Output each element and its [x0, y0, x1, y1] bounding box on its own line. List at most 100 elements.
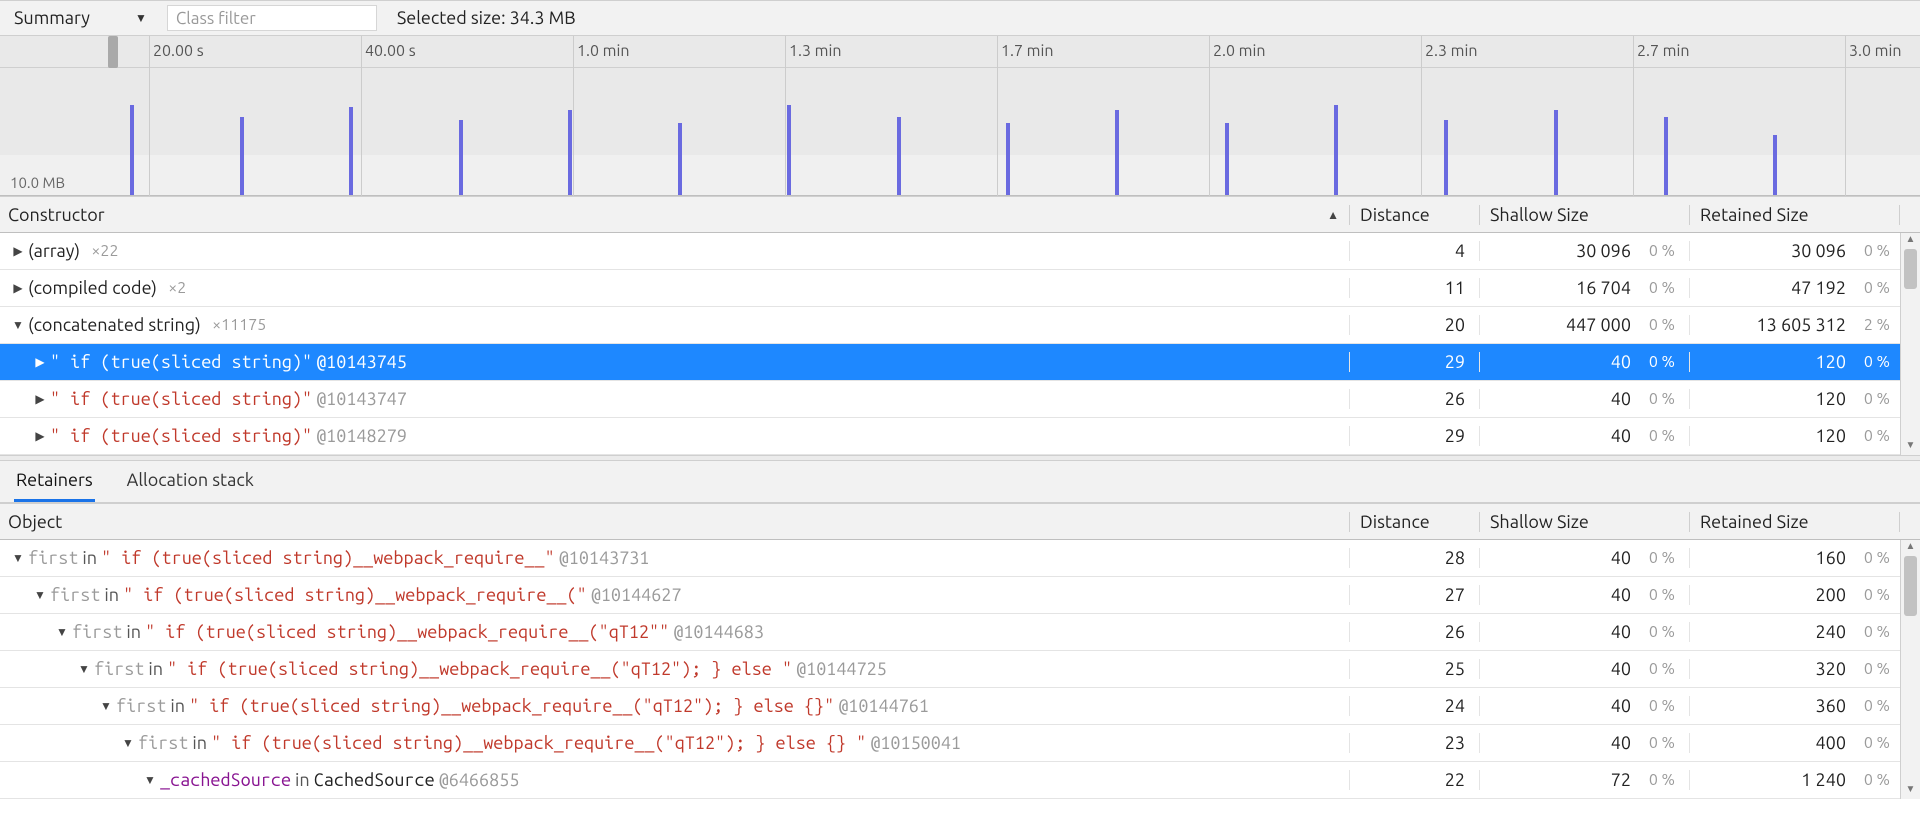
- allocation-bar[interactable]: [1006, 123, 1010, 195]
- disclosure-open-icon[interactable]: ▼: [34, 588, 46, 602]
- allocation-timeline[interactable]: 20.00 s 40.00 s 1.0 min 1.3 min 1.7 min 2.0 m…: [0, 36, 1920, 196]
- constructor-cell: ▼(concatenated string) ×11175: [0, 315, 1350, 335]
- scrollbar[interactable]: ▲▼: [1900, 540, 1920, 799]
- object-cell: ▼first in " if (true(sliced string)__web…: [0, 733, 1350, 753]
- constructor-cell: ▶" if (true(sliced string)" @10143745: [0, 352, 1350, 372]
- header-object[interactable]: Object: [0, 512, 1350, 532]
- class-filter-placeholder: Class filter: [176, 9, 256, 28]
- timeline-tick: [361, 36, 362, 196]
- constructor-cell: ▶(compiled code) ×2: [0, 278, 1350, 298]
- header-shallow-size[interactable]: Shallow Size: [1480, 205, 1690, 225]
- timeline-tick: [997, 36, 998, 196]
- allocation-bar[interactable]: [1115, 110, 1119, 195]
- header-retained-size[interactable]: Retained Size: [1690, 512, 1900, 532]
- timeline-tick: [1633, 36, 1634, 196]
- disclosure-closed-icon[interactable]: ▶: [34, 429, 46, 443]
- retainers-header-row: Object Distance Shallow Size Retained Si…: [0, 503, 1920, 540]
- timeline-tick-label: 3.0 min: [1849, 42, 1901, 60]
- toolbar: Summary ▼ Class filter Selected size: 34…: [0, 0, 1920, 36]
- table-row[interactable]: ▶(compiled code) ×21116 7040 %47 1920 %: [0, 270, 1900, 307]
- timeline-body[interactable]: 10.0 MB: [0, 68, 1920, 195]
- timeline-ruler: 20.00 s 40.00 s 1.0 min 1.3 min 1.7 min 2.0 m…: [0, 36, 1920, 68]
- table-row[interactable]: ▼(concatenated string) ×1117520447 0000 …: [0, 307, 1900, 344]
- timeline-y-label: 10.0 MB: [10, 174, 65, 191]
- timeline-baseline: [0, 155, 1920, 195]
- sort-asc-icon: ▲: [1327, 208, 1339, 222]
- timeline-tick-label: 1.3 min: [789, 42, 841, 60]
- disclosure-open-icon[interactable]: ▼: [56, 625, 68, 639]
- disclosure-closed-icon[interactable]: ▶: [34, 355, 46, 369]
- table-row[interactable]: ▶" if (true(sliced string)" @10143747264…: [0, 381, 1900, 418]
- timeline-tick: [1845, 36, 1846, 196]
- table-row[interactable]: ▼first in " if (true(sliced string)__web…: [0, 614, 1900, 651]
- disclosure-open-icon[interactable]: ▼: [78, 662, 90, 676]
- table-row[interactable]: ▼first in " if (true(sliced string)__web…: [0, 540, 1900, 577]
- constructor-cell: ▶" if (true(sliced string)" @10148279: [0, 426, 1350, 446]
- timeline-tick-label: 1.7 min: [1001, 42, 1053, 60]
- retainers-table: Object Distance Shallow Size Retained Si…: [0, 503, 1920, 799]
- allocation-bar[interactable]: [130, 105, 134, 195]
- table-row[interactable]: ▼first in " if (true(sliced string)__web…: [0, 688, 1900, 725]
- timeline-tick-label: 40.00 s: [365, 42, 416, 60]
- constructors-header-row: Constructor ▲ Distance Shallow Size Reta…: [0, 196, 1920, 233]
- object-cell: ▼first in " if (true(sliced string)__web…: [0, 548, 1350, 568]
- object-cell: ▼first in " if (true(sliced string)__web…: [0, 659, 1350, 679]
- object-cell: ▼first in " if (true(sliced string)__web…: [0, 585, 1350, 605]
- constructor-cell: ▶(array) ×22: [0, 241, 1350, 261]
- table-row[interactable]: ▼_cachedSource in CachedSource @64668552…: [0, 762, 1900, 799]
- allocation-bar[interactable]: [1444, 120, 1448, 195]
- timeline-tick-label: 2.0 min: [1213, 42, 1265, 60]
- header-retained-size[interactable]: Retained Size: [1690, 205, 1900, 225]
- timeline-tick-label: 1.0 min: [577, 42, 629, 60]
- allocation-bar[interactable]: [240, 117, 244, 195]
- disclosure-open-icon[interactable]: ▼: [122, 736, 134, 750]
- timeline-tick-label: 20.00 s: [153, 42, 204, 60]
- object-cell: ▼first in " if (true(sliced string)__web…: [0, 696, 1350, 716]
- table-row[interactable]: ▶" if (true(sliced string)" @10143745294…: [0, 344, 1900, 381]
- class-filter-input[interactable]: Class filter: [167, 5, 377, 31]
- header-distance[interactable]: Distance: [1350, 205, 1480, 225]
- allocation-bar[interactable]: [349, 107, 353, 195]
- disclosure-closed-icon[interactable]: ▶: [34, 392, 46, 406]
- timeline-tick: [785, 36, 786, 196]
- timeline-tick-label: 2.7 min: [1637, 42, 1689, 60]
- header-shallow-size[interactable]: Shallow Size: [1480, 512, 1690, 532]
- allocation-bar[interactable]: [1334, 105, 1338, 195]
- allocation-bar[interactable]: [1773, 135, 1777, 195]
- tab-retainers[interactable]: Retainers: [14, 462, 95, 502]
- allocation-bar[interactable]: [1225, 123, 1229, 195]
- disclosure-open-icon[interactable]: ▼: [12, 318, 24, 332]
- selected-size-label: Selected size: 34.3 MB: [397, 8, 576, 28]
- allocation-bar[interactable]: [1664, 117, 1668, 195]
- scrollbar[interactable]: ▲▼: [1900, 233, 1920, 455]
- timeline-tick: [573, 36, 574, 196]
- chevron-down-icon: ▼: [135, 11, 147, 25]
- timeline-tick-label: 2.3 min: [1425, 42, 1477, 60]
- timeline-tick: [1209, 36, 1210, 196]
- table-row[interactable]: ▶(array) ×22430 0960 %30 0960 %: [0, 233, 1900, 270]
- table-row[interactable]: ▼first in " if (true(sliced string)__web…: [0, 725, 1900, 762]
- disclosure-open-icon[interactable]: ▼: [100, 699, 112, 713]
- allocation-bar[interactable]: [568, 110, 572, 195]
- disclosure-open-icon[interactable]: ▼: [12, 551, 24, 565]
- header-constructor[interactable]: Constructor ▲: [0, 205, 1350, 225]
- allocation-bar[interactable]: [787, 105, 791, 195]
- retainers-tabs: Retainers Allocation stack: [0, 461, 1920, 503]
- disclosure-closed-icon[interactable]: ▶: [12, 244, 24, 258]
- allocation-bar[interactable]: [678, 123, 682, 195]
- disclosure-open-icon[interactable]: ▼: [144, 773, 156, 787]
- table-row[interactable]: ▼first in " if (true(sliced string)__web…: [0, 651, 1900, 688]
- view-mode-dropdown[interactable]: Summary ▼: [8, 8, 153, 28]
- allocation-bar[interactable]: [459, 120, 463, 195]
- object-cell: ▼_cachedSource in CachedSource @6466855: [0, 770, 1350, 790]
- timeline-tick: [149, 36, 150, 196]
- constructors-table: Constructor ▲ Distance Shallow Size Reta…: [0, 196, 1920, 455]
- table-row[interactable]: ▼first in " if (true(sliced string)__web…: [0, 577, 1900, 614]
- tab-allocation-stack[interactable]: Allocation stack: [125, 462, 256, 502]
- header-distance[interactable]: Distance: [1350, 512, 1480, 532]
- timeline-selection-handle[interactable]: [108, 36, 118, 68]
- table-row[interactable]: ▶" if (true(sliced string)" @10148279294…: [0, 418, 1900, 455]
- disclosure-closed-icon[interactable]: ▶: [12, 281, 24, 295]
- allocation-bar[interactable]: [897, 117, 901, 195]
- allocation-bar[interactable]: [1554, 110, 1558, 195]
